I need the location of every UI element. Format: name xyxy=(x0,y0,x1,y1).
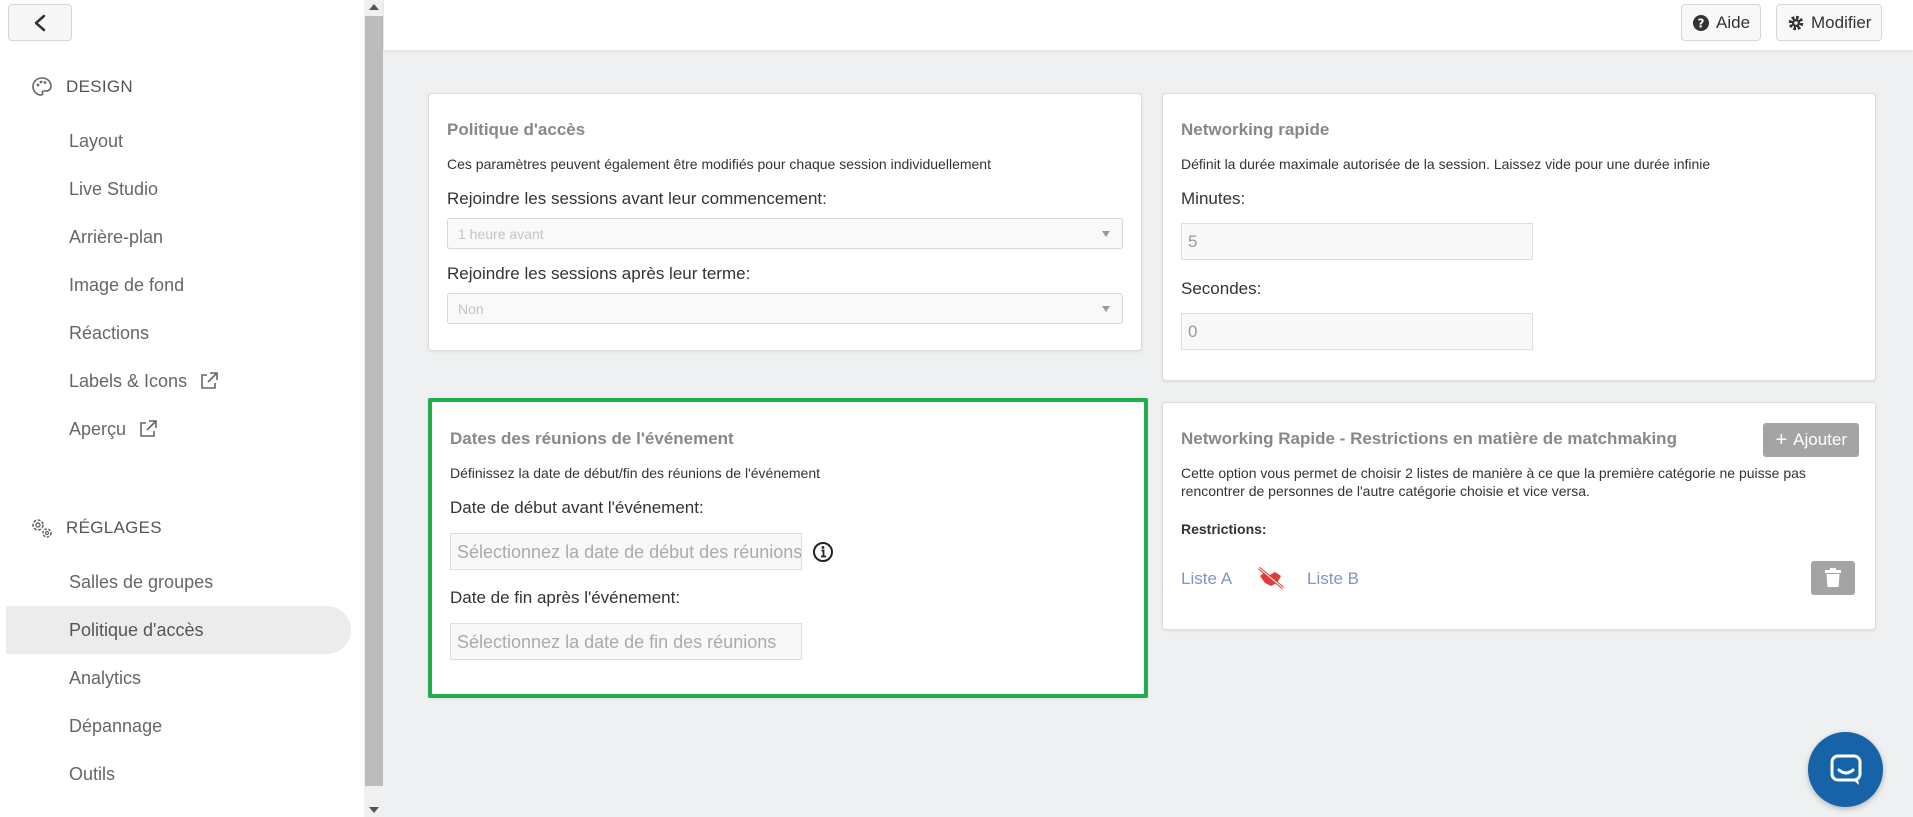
sidebar-scrollbar[interactable] xyxy=(364,0,384,817)
card-title: Politique d'accès xyxy=(447,120,586,139)
edit-button[interactable]: Modifier xyxy=(1776,4,1883,41)
chat-support-button[interactable] xyxy=(1808,732,1883,807)
sidebar-item-label: Aperçu xyxy=(69,418,127,439)
meeting-dates-card: Dates des réunions de l'événement Défini… xyxy=(428,398,1148,698)
plus-icon: + xyxy=(1775,428,1788,451)
list-a-link[interactable]: Liste A xyxy=(1181,569,1232,589)
sidebar-item-label: Image de fond xyxy=(69,274,185,295)
card-title: Networking Rapide - Restrictions en mati… xyxy=(1181,429,1677,448)
scroll-down-arrow[interactable] xyxy=(369,807,379,813)
settings-heading-label: RÉGLAGES xyxy=(66,518,162,537)
sidebar-item-labels-icons[interactable]: Labels & Icons xyxy=(6,357,351,405)
design-section-heading: DESIGN xyxy=(30,75,133,99)
speed-networking-card: Networking rapide Définit la durée maxim… xyxy=(1162,93,1876,381)
info-icon[interactable] xyxy=(812,541,834,563)
gear-icon xyxy=(1787,14,1805,32)
help-label: Aide xyxy=(1716,12,1751,32)
list-b-link[interactable]: Liste B xyxy=(1307,569,1359,589)
card-description-line-1: Cette option vous permet de choisir 2 li… xyxy=(1181,465,1806,481)
sidebar-item-live-studio[interactable]: Live Studio xyxy=(6,165,351,213)
sidebar-item-background-image[interactable]: Image de fond xyxy=(6,261,351,309)
matchmaking-restrictions-card: Networking Rapide - Restrictions en mati… xyxy=(1162,402,1876,630)
chevron-left-icon xyxy=(34,14,46,31)
sidebar: DESIGN Layout Live Studio Arrière-plan I… xyxy=(0,0,364,817)
external-link-icon xyxy=(138,419,158,439)
sidebar-item-troubleshooting[interactable]: Dépannage xyxy=(6,702,351,750)
delete-restriction-button[interactable] xyxy=(1811,561,1855,595)
help-button[interactable]: ? Aide xyxy=(1681,4,1762,41)
edit-label: Modifier xyxy=(1811,12,1872,32)
card-title: Dates des réunions de l'événement xyxy=(450,429,734,448)
sidebar-item-label: Layout xyxy=(69,130,124,151)
sidebar-item-label: Réactions xyxy=(69,322,150,343)
external-link-icon xyxy=(199,371,219,391)
join-after-select[interactable]: Non xyxy=(447,293,1123,324)
card-description-line-2: rencontrer de personnes de l'autre catég… xyxy=(1181,483,1590,499)
start-date-input[interactable]: Sélectionnez la date de début des réunio… xyxy=(450,533,802,570)
caret-down-icon xyxy=(1102,231,1110,237)
sidebar-item-label: Dépannage xyxy=(69,715,163,736)
sidebar-item-tools[interactable]: Outils xyxy=(6,750,351,798)
top-bar: ? Aide Modifier xyxy=(384,0,1913,50)
sidebar-item-analytics[interactable]: Analytics xyxy=(6,654,351,702)
card-description: Définit la durée maximale autorisée de l… xyxy=(1181,156,1711,172)
sidebar-item-label: Politique d'accès xyxy=(69,619,204,640)
sidebar-item-preview[interactable]: Aperçu xyxy=(6,405,351,453)
sidebar-item-breakout-rooms[interactable]: Salles de groupes xyxy=(6,558,351,606)
minutes-input[interactable]: 5 xyxy=(1181,223,1533,260)
sidebar-item-label: Outils xyxy=(69,763,116,784)
scroll-up-arrow[interactable] xyxy=(369,4,379,10)
add-label: Ajouter xyxy=(1793,430,1847,449)
sidebar-item-background[interactable]: Arrière-plan xyxy=(6,213,351,261)
no-handshake-icon xyxy=(1257,566,1285,590)
question-circle-icon: ? xyxy=(1692,14,1710,32)
end-date-label: Date de fin après l'événement: xyxy=(450,588,681,607)
seconds-label: Secondes: xyxy=(1181,279,1262,298)
access-policy-card: Politique d'accès Ces paramètres peuvent… xyxy=(428,93,1142,351)
join-after-label: Rejoindre les sessions après leur terme: xyxy=(447,264,751,283)
caret-down-icon xyxy=(1102,306,1110,312)
sidebar-item-reactions[interactable]: Réactions xyxy=(6,309,351,357)
sidebar-item-label: Arrière-plan xyxy=(69,226,164,247)
restrictions-label: Restrictions: xyxy=(1181,521,1267,537)
seconds-input[interactable]: 0 xyxy=(1181,313,1533,350)
minutes-label: Minutes: xyxy=(1181,189,1246,208)
end-date-input[interactable]: Sélectionnez la date de fin des réunions xyxy=(450,623,802,660)
card-description: Définissez la date de début/fin des réun… xyxy=(450,465,821,481)
select-value: 1 heure avant xyxy=(458,226,544,242)
back-button[interactable] xyxy=(8,4,72,41)
sidebar-item-label: Live Studio xyxy=(69,178,159,199)
sidebar-item-layout[interactable]: Layout xyxy=(6,117,351,165)
add-restriction-button[interactable]: + Ajouter xyxy=(1763,423,1859,457)
card-description: Ces paramètres peuvent également être mo… xyxy=(447,156,991,172)
sidebar-item-label: Analytics xyxy=(69,667,142,688)
gears-icon xyxy=(30,516,54,540)
scrollbar-thumb[interactable] xyxy=(365,16,383,786)
trash-icon xyxy=(1825,568,1841,587)
start-date-label: Date de début avant l'événement: xyxy=(450,498,704,517)
join-before-select[interactable]: 1 heure avant xyxy=(447,218,1123,249)
svg-text:?: ? xyxy=(1698,16,1705,30)
palette-icon xyxy=(30,75,54,99)
design-heading-label: DESIGN xyxy=(66,77,133,96)
sidebar-item-label: Salles de groupes xyxy=(69,571,214,592)
chat-icon xyxy=(1830,754,1861,785)
sidebar-item-label: Labels & Icons xyxy=(69,370,188,391)
join-before-label: Rejoindre les sessions avant leur commen… xyxy=(447,189,827,208)
card-title: Networking rapide xyxy=(1181,120,1330,139)
select-value: Non xyxy=(458,301,484,317)
settings-section-heading: RÉGLAGES xyxy=(30,516,162,540)
sidebar-item-access-policy[interactable]: Politique d'accès xyxy=(6,606,351,654)
